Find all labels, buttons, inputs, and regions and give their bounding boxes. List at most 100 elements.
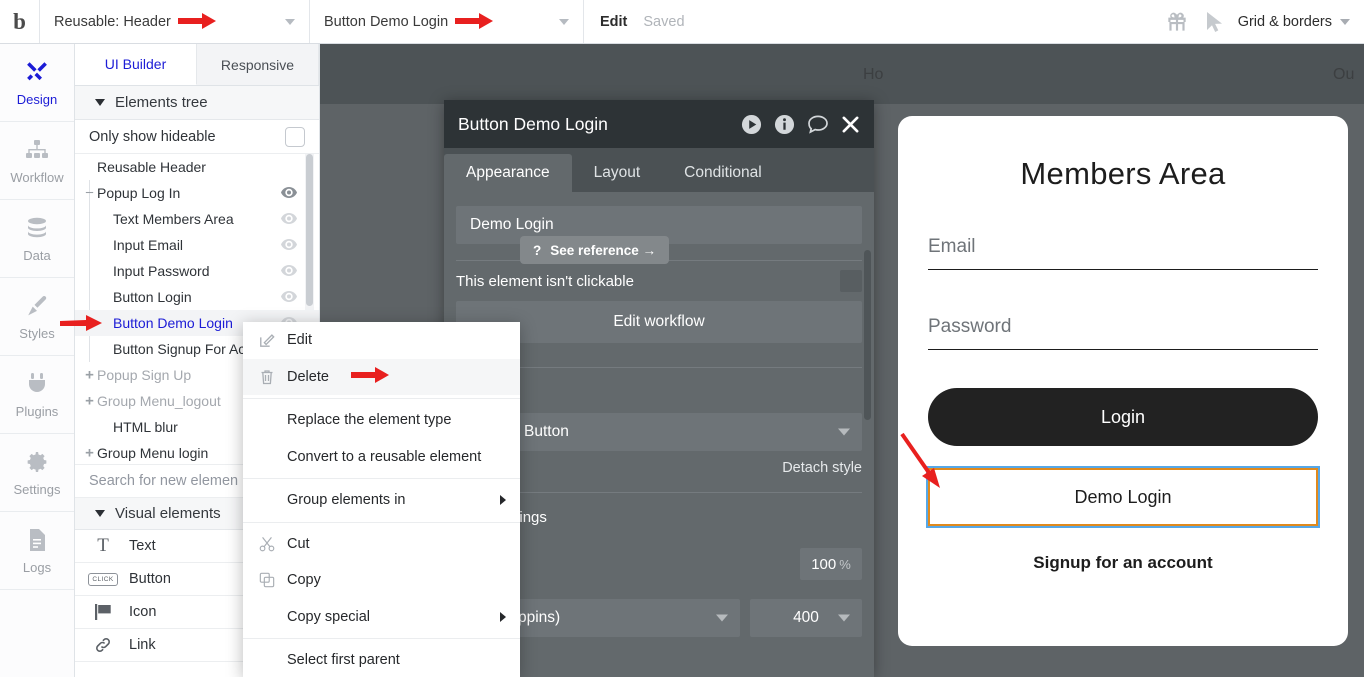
detach-style-link[interactable]: Detach style [782,460,862,476]
context-menu-label: Copy special [287,608,371,625]
only-show-hideable-checkbox[interactable] [285,126,305,147]
grid-and-borders-dropdown[interactable]: Grid & borders [1238,14,1350,30]
members-area-popup-preview: Members Area Email Password Login Demo L… [898,116,1348,646]
rail-item-styles[interactable]: Styles [0,278,74,356]
tree-item-input-password[interactable]: Input Password [75,258,319,284]
rail-item-data[interactable]: Data [0,200,74,278]
demo-login-button-label: Demo Login [1074,486,1172,507]
context-menu-item-replace-element-type[interactable]: Replace the element type [243,402,520,439]
copy-icon [257,572,277,588]
click-button-icon: CLICK [88,572,118,586]
popup-login-button[interactable]: Login [928,388,1318,446]
tab-conditional[interactable]: Conditional [662,154,784,192]
elements-tree-section-header[interactable]: Elements tree [75,86,319,120]
bubble-logo-icon: b [13,9,26,34]
tree-item-label: HTML blur [113,419,178,435]
visibility-eye-icon[interactable] [281,211,297,227]
visual-element-label: Link [129,637,156,653]
canvas-page-text-our: Ou [1333,66,1355,83]
only-show-hideable-row[interactable]: Only show hideable [75,120,319,154]
rail-item-design[interactable]: Design [0,44,74,122]
topbar-actions: Edit Saved [584,0,701,43]
rail-label-plugins: Plugins [15,403,59,419]
not-clickable-checkbox[interactable] [840,270,862,292]
context-menu-item-edit[interactable]: Edit [243,322,520,359]
gear-icon [25,449,49,475]
close-icon[interactable] [841,115,860,134]
see-reference-tooltip[interactable]: ? See reference → [520,236,670,264]
opacity-input[interactable]: 100 % [800,548,862,580]
document-icon [27,527,47,553]
breadcrumb-reusable-header[interactable]: Reusable: Header [40,0,310,43]
property-editor-title: Button Demo Login [458,113,608,134]
tab-appearance[interactable]: Appearance [444,154,572,192]
chevron-down-icon [838,428,850,436]
chevron-down-icon [95,99,105,106]
context-menu-item-convert-to-reusable[interactable]: Convert to a reusable element [243,439,520,476]
expand-plus-icon[interactable]: + [84,368,95,383]
visual-element-label: Text [129,538,156,554]
expand-plus-icon[interactable]: + [84,446,95,461]
popup-signup-link[interactable]: Signup for an account [898,553,1348,573]
rail-label-logs: Logs [22,559,52,575]
visibility-eye-icon[interactable] [281,185,297,201]
tree-item-text-members-area[interactable]: Text Members Area [75,206,319,232]
divider [243,638,520,639]
rail-label-workflow: Workflow [10,169,64,185]
expand-plus-icon[interactable]: + [84,394,95,409]
tab-ui-builder[interactable]: UI Builder [75,44,197,85]
tree-item-popup-log-in[interactable]: − Popup Log In [75,180,319,206]
chevron-down-icon[interactable] [559,18,569,25]
grid-borders-label: Grid & borders [1237,13,1332,30]
popup-demo-login-button[interactable]: Demo Login [926,466,1320,528]
popup-title-members-area: Members Area [1020,156,1226,191]
property-editor-scrollbar[interactable] [864,250,871,420]
tree-item-label: Text Members Area [113,211,234,227]
email-placeholder: Email [928,235,976,257]
element-context-menu: Edit Delete Replace the element type Con… [243,322,520,677]
popup-email-input[interactable]: Email [928,224,1318,270]
context-menu-item-group-elements-in[interactable]: Group elements in [243,482,520,519]
trash-icon [257,369,277,385]
not-clickable-label: This element isn't clickable [456,272,634,290]
context-menu-label: Edit [287,332,312,349]
tab-layout[interactable]: Layout [572,154,663,192]
context-menu-item-delete[interactable]: Delete [243,358,520,395]
visibility-eye-icon[interactable] [281,263,297,279]
info-circle-icon[interactable] [774,114,795,135]
not-clickable-row[interactable]: This element isn't clickable [456,261,862,301]
chevron-right-icon [500,611,506,622]
tab-responsive[interactable]: Responsive [197,44,319,85]
chevron-down-icon[interactable] [285,18,295,25]
top-bar: b Reusable: Header Button Demo Login Edi… [0,0,1364,44]
rail-item-logs[interactable]: Logs [0,512,74,590]
play-circle-icon[interactable] [741,114,762,135]
context-menu-item-copy-special[interactable]: Copy special [243,599,520,636]
annotation-arrow-breadcrumb-1 [177,12,216,33]
breadcrumb-button-demo-login[interactable]: Button Demo Login [310,0,584,43]
left-nav-rail: Design Workflow Data Styles Plugins Sett… [0,44,75,677]
app-logo[interactable]: b [0,0,40,43]
rail-item-plugins[interactable]: Plugins [0,356,74,434]
workflow-tree-icon [25,137,49,163]
rail-item-settings[interactable]: Settings [0,434,74,512]
context-menu-item-copy[interactable]: Copy [243,562,520,599]
divider [243,521,520,523]
collapse-minus-icon[interactable]: − [84,186,95,201]
rail-item-workflow[interactable]: Workflow [0,122,74,200]
font-weight-select[interactable]: 400 [750,599,862,637]
tree-item-reusable-header[interactable]: Reusable Header [75,154,319,180]
saved-status: Saved [643,13,685,30]
context-menu-item-cut[interactable]: Cut [243,526,520,563]
visibility-eye-icon[interactable] [281,289,297,305]
tree-item-button-login[interactable]: Button Login [75,284,319,310]
tree-item-input-email[interactable]: Input Email [75,232,319,258]
edit-button[interactable]: Edit [600,14,627,30]
tree-item-label: Button Signup For Acco [113,341,261,357]
popup-password-input[interactable]: Password [928,304,1318,350]
context-menu-item-select-first-parent[interactable]: Select first parent [243,642,520,677]
comment-icon[interactable] [807,114,829,135]
cursor-arrow-icon[interactable] [1204,11,1224,33]
visibility-eye-icon[interactable] [281,237,297,253]
gift-icon[interactable] [1164,9,1190,35]
